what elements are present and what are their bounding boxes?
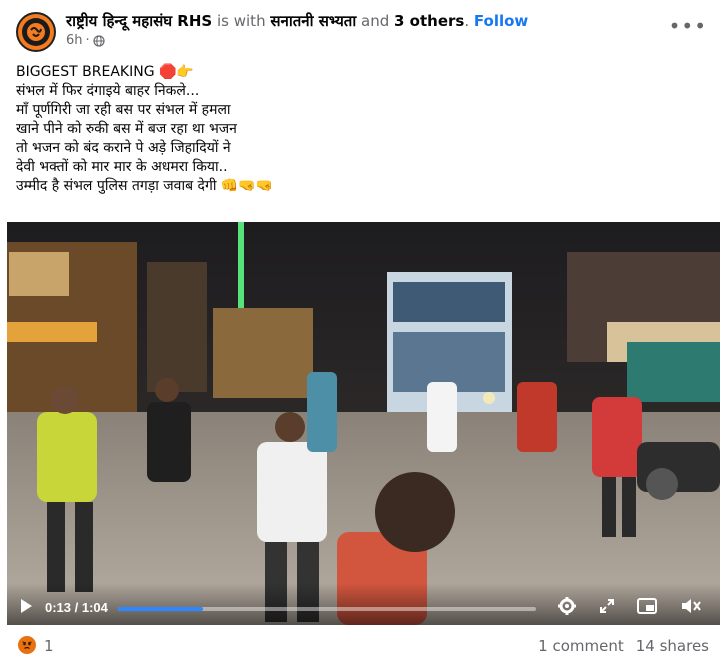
post-line: BIGGEST BREAKING 🛑👉 (16, 64, 194, 80)
others-link[interactable]: 3 others (394, 12, 464, 30)
more-options-icon[interactable]: ••• (669, 14, 707, 38)
post-line: देवी भक्तों को मार मार के अधमरा किया.. (16, 159, 228, 175)
tagged-page-link[interactable]: सनातनी सभ्यता (270, 12, 356, 30)
video-progress-fill (118, 607, 203, 611)
post-author-line: राष्ट्रीय हिन्दू महासंघ RHS is with सनात… (66, 11, 528, 31)
follow-button[interactable]: Follow (474, 12, 528, 30)
post-line: उम्मीद है संभल पुलिस तगड़ा जवाब देगी 👊🤜🤜 (16, 178, 274, 194)
post-body: BIGGEST BREAKING 🛑👉 संभल में फिर दंगाइये… (16, 63, 656, 196)
page-name-link[interactable]: राष्ट्रीय हिन्दू महासंघ RHS (66, 12, 212, 30)
post-line: तो भजन को बंद कराने पे अड़े जिहादियों ने (16, 140, 231, 156)
post-line: माँ पूर्णगिरी जा रही बस पर संभल में हमला (16, 102, 231, 118)
page-avatar[interactable] (16, 12, 56, 52)
post-line: संभल में फिर दंगाइये बाहर निकले... (16, 83, 200, 99)
reaction-count[interactable]: 1 (44, 637, 54, 655)
post-footer: 1 1 comment 14 shares (12, 630, 715, 656)
post-time[interactable]: 6h (66, 33, 83, 48)
angry-reaction-icon[interactable] (18, 636, 36, 654)
picture-in-picture-icon[interactable] (637, 596, 657, 616)
post-line: खाने पीने को रुकी बस में बज रहा था भजन (16, 121, 237, 137)
video-progress-bar[interactable] (118, 607, 536, 611)
separator-dot: . (464, 12, 470, 30)
video-player[interactable]: 0:13 / 1:04 (7, 222, 720, 625)
globe-icon (93, 34, 105, 47)
post-header: राष्ट्रीय हिन्दू महासंघ RHS is with सनात… (12, 8, 715, 52)
settings-icon[interactable] (557, 596, 577, 616)
fullscreen-icon[interactable] (599, 598, 615, 614)
meta-dot: · (85, 33, 90, 48)
shares-link[interactable]: 14 shares (636, 637, 709, 655)
angry-face-icon (22, 641, 32, 649)
video-frame (7, 222, 720, 625)
play-icon[interactable] (18, 598, 34, 614)
and-text: and (361, 12, 390, 30)
video-time: 0:13 / 1:04 (45, 600, 108, 615)
engagement-stats: 1 comment 14 shares (538, 637, 709, 655)
om-logo-icon (27, 23, 45, 41)
mute-icon[interactable] (680, 596, 702, 616)
video-controls: 0:13 / 1:04 (7, 583, 720, 625)
post-meta: 6h · (66, 33, 105, 48)
comments-link[interactable]: 1 comment (538, 637, 624, 655)
with-text: is with (217, 12, 266, 30)
